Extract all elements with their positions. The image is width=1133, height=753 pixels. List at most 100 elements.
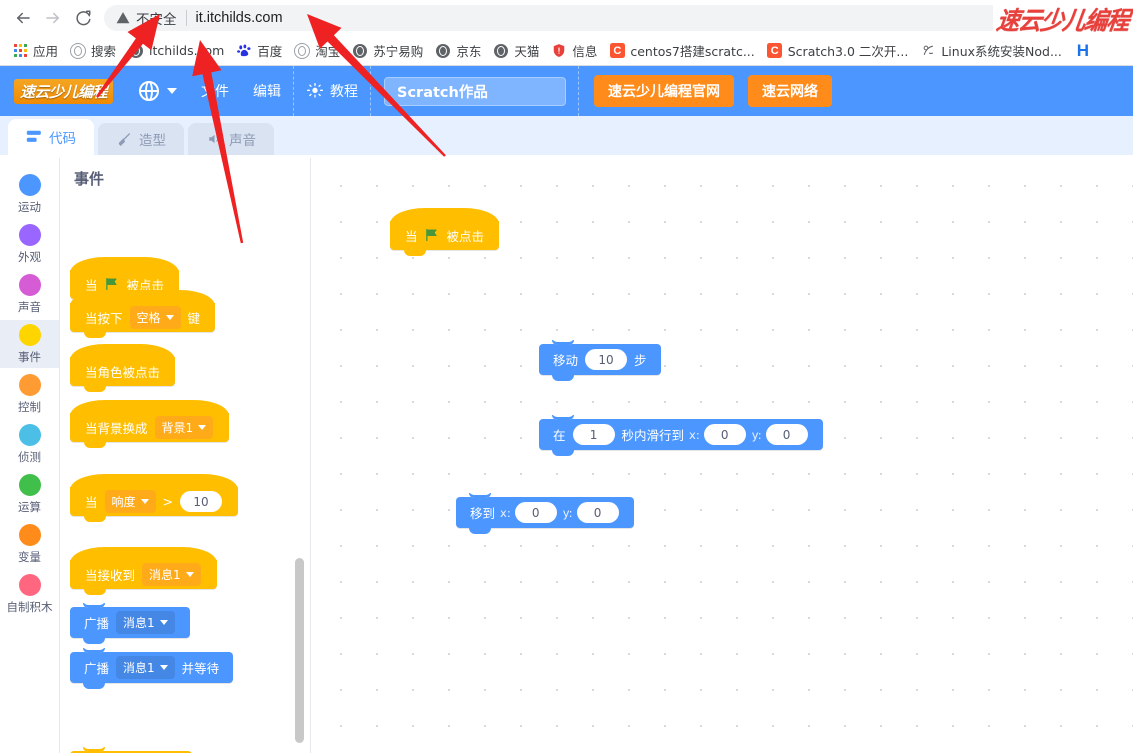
- globe-hollow-icon: [294, 43, 310, 59]
- block-dropdown[interactable]: 消息1: [142, 563, 201, 586]
- block-label: 当角色被点击: [85, 362, 160, 381]
- chevron-down-icon: [166, 315, 174, 320]
- baidu-paw-icon: [236, 43, 252, 59]
- bookmark-label: Linux系统安装Nod...: [941, 41, 1062, 60]
- scratch-app-logo[interactable]: 速云少儿编程: [14, 79, 113, 104]
- globe-icon: [435, 43, 451, 59]
- block-number-input[interactable]: 1: [573, 424, 615, 445]
- block-number-input[interactable]: 0: [704, 424, 746, 445]
- bookmark-label: 应用: [33, 41, 58, 60]
- tab-costumes[interactable]: 造型: [98, 123, 184, 155]
- reload-button[interactable]: [68, 3, 98, 33]
- category-2[interactable]: 声音: [0, 270, 59, 318]
- menu-divider-3: [578, 66, 580, 116]
- bookmark-item[interactable]: 信息: [545, 39, 603, 63]
- address-bar[interactable]: 不安全 it.itchilds.com: [104, 5, 1125, 31]
- category-label: 外观: [18, 249, 41, 265]
- brand-logo-text: 速云少儿编程: [994, 0, 1131, 36]
- bookmark-item[interactable]: 淘宝: [288, 39, 346, 63]
- scratch-menu-bar: 速云少儿编程 文件 编辑 教程 Scratch作品 速云少儿编程官网 速云网络: [0, 66, 1133, 116]
- category-label: 控制: [18, 399, 41, 415]
- bookmark-item[interactable]: 百度: [230, 39, 288, 63]
- language-selector[interactable]: [127, 66, 189, 116]
- category-8[interactable]: 自制积木: [0, 570, 59, 618]
- block-when-key-pressed[interactable]: 当按下空格键: [70, 303, 215, 332]
- bookmark-item[interactable]: CScratch3.0 二次开...: [761, 39, 915, 63]
- category-6[interactable]: 运算: [0, 470, 59, 518]
- block-ws-go-to-xy[interactable]: 移到x:0y:0: [456, 497, 634, 528]
- category-7[interactable]: 变量: [0, 520, 59, 568]
- category-5[interactable]: 侦测: [0, 420, 59, 468]
- block-dropdown-value: 消息1: [149, 566, 181, 583]
- menu-tutorial-label: 教程: [330, 81, 358, 101]
- block-when-i-receive[interactable]: 当接收到消息1: [70, 560, 217, 589]
- apps-grid-icon: [12, 43, 28, 59]
- category-label: 运动: [18, 199, 41, 215]
- category-color-dot: [19, 224, 41, 246]
- block-when-sprite-clicked[interactable]: 当角色被点击: [70, 357, 175, 386]
- editor-tabs: 代码造型 声音: [0, 116, 1133, 155]
- bookmark-item[interactable]: Linux系统安装Nod...: [914, 39, 1068, 63]
- block-ws-move-steps[interactable]: 移动10步: [539, 344, 661, 375]
- menu-tutorial[interactable]: 教程: [295, 66, 370, 116]
- category-label: 自制积木: [7, 599, 53, 615]
- block-dropdown[interactable]: 消息1: [116, 656, 175, 679]
- security-status-text: 不安全: [136, 8, 177, 28]
- back-button[interactable]: [8, 3, 38, 33]
- block-number-input[interactable]: 0: [515, 502, 557, 523]
- tab-sounds[interactable]: 声音: [188, 123, 274, 155]
- bookmark-item[interactable]: 天猫: [487, 39, 545, 63]
- block-broadcast[interactable]: 广播消息1: [70, 607, 190, 638]
- chevron-down-icon: [160, 620, 168, 625]
- project-name-input[interactable]: Scratch作品: [384, 77, 566, 106]
- block-number-input[interactable]: 10: [180, 491, 222, 512]
- tab-code[interactable]: 代码: [8, 119, 94, 155]
- bookmark-item[interactable]: Ccentos7搭建scratc...: [603, 39, 760, 63]
- menu-file[interactable]: 文件: [189, 66, 241, 116]
- bookmark-label: centos7搭建scratc...: [630, 41, 754, 60]
- bookmark-item[interactable]: 搜索: [64, 39, 122, 63]
- chevron-down-icon: [186, 572, 194, 577]
- block-when-greater-than[interactable]: 当响度>10: [70, 487, 238, 516]
- tab-label: 声音: [229, 129, 256, 149]
- block-palette[interactable]: 事件 当被点击当按下空格键当角色被点击当背景换成背景1当响度>10当接收到消息1…: [60, 158, 311, 753]
- block-coord-label: x:: [689, 428, 700, 442]
- code-workspace[interactable]: 当被点击移动10步在1秒内滑行到x:0y:0移到x:0y:0: [311, 158, 1133, 753]
- block-label: 在: [553, 425, 566, 444]
- block-when-backdrop-switches[interactable]: 当背景换成背景1: [70, 413, 229, 442]
- bookmark-item[interactable]: 苏宁易购: [346, 39, 429, 63]
- block-number-input[interactable]: 0: [766, 424, 808, 445]
- csdn-icon: C: [609, 43, 625, 59]
- category-0[interactable]: 运动: [0, 170, 59, 218]
- block-dropdown[interactable]: 背景1: [155, 416, 214, 439]
- menu-edit[interactable]: 编辑: [241, 66, 293, 116]
- network-site-button[interactable]: 速云网络: [748, 75, 832, 107]
- block-dropdown[interactable]: 响度: [105, 490, 156, 513]
- bookmark-item[interactable]: 京东: [429, 39, 487, 63]
- not-secure-warning-icon[interactable]: [116, 11, 130, 25]
- category-1[interactable]: 外观: [0, 220, 59, 268]
- block-label: 当: [405, 226, 418, 245]
- bookmark-item[interactable]: itchilds.com: [122, 39, 230, 63]
- block-number-input[interactable]: 0: [577, 502, 619, 523]
- block-ws-glide-to-xy[interactable]: 在1秒内滑行到x:0y:0: [539, 419, 823, 450]
- block-coord-label: y:: [752, 428, 762, 442]
- block-number-input[interactable]: 10: [585, 349, 627, 370]
- bookmark-item[interactable]: 应用: [6, 39, 64, 63]
- bookmark-label: 百度: [257, 41, 282, 60]
- category-color-dot: [19, 524, 41, 546]
- block-dropdown[interactable]: 消息1: [116, 611, 175, 634]
- block-broadcast-and-wait[interactable]: 广播消息1并等待: [70, 652, 233, 683]
- block-ws-when-flag-clicked[interactable]: 当被点击: [390, 221, 499, 250]
- category-3[interactable]: 事件: [0, 320, 59, 368]
- category-label: 运算: [18, 499, 41, 515]
- category-4[interactable]: 控制: [0, 370, 59, 418]
- bookmark-item[interactable]: H: [1068, 39, 1103, 63]
- official-site-button[interactable]: 速云少儿编程官网: [594, 75, 734, 107]
- category-color-dot: [19, 474, 41, 496]
- block-dropdown[interactable]: 空格: [130, 306, 181, 329]
- palette-scrollbar[interactable]: [295, 558, 304, 743]
- forward-button[interactable]: [38, 3, 68, 33]
- block-label: 当接收到: [85, 565, 135, 584]
- site-icon: [920, 43, 936, 59]
